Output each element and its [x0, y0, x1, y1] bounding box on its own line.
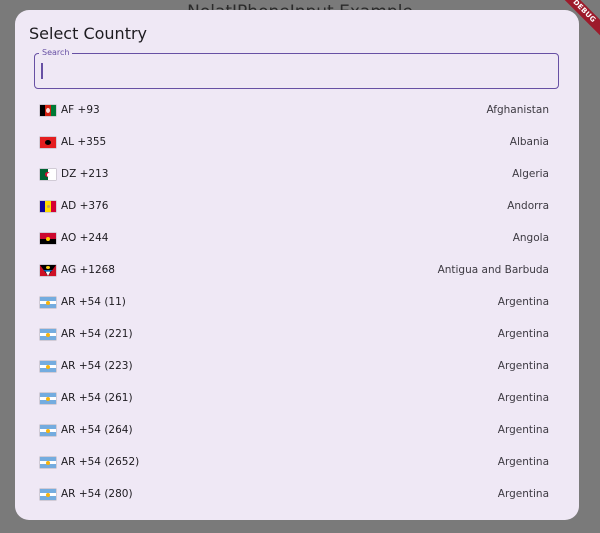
country-dial-code: AD +376	[61, 200, 109, 212]
country-row[interactable]: AO +244 Angola	[15, 223, 579, 255]
country-dial-code: DZ +213	[61, 168, 109, 180]
flag-ar-icon	[40, 489, 56, 500]
country-dial-code: AR +54 (223)	[61, 360, 133, 372]
country-dial-code: AR +54 (11)	[61, 296, 126, 308]
country-row[interactable]: AL +355 Albania	[15, 127, 579, 159]
country-picker-dialog: Select Country Search AF +93 Afghanistan A…	[15, 10, 579, 520]
country-row[interactable]: AR +54 (261) Argentina	[15, 383, 579, 415]
flag-al-icon	[40, 137, 56, 148]
country-name: Afghanistan	[486, 104, 549, 116]
country-name: Argentina	[497, 424, 549, 436]
country-name: Angola	[512, 232, 549, 244]
country-dial-code: AO +244	[61, 232, 109, 244]
flag-ar-icon	[40, 425, 56, 436]
country-row[interactable]: AR +54 (2652) Argentina	[15, 447, 579, 479]
country-name: Andorra	[507, 200, 549, 212]
country-row[interactable]: AR +54 (11) Argentina	[15, 287, 579, 319]
country-row[interactable]: AF +93 Afghanistan	[15, 95, 579, 127]
country-name: Argentina	[497, 488, 549, 500]
country-dial-code: AR +54 (221)	[61, 328, 133, 340]
country-name: Albania	[509, 136, 549, 148]
country-dial-code: AR +54 (261)	[61, 392, 133, 404]
country-name: Argentina	[497, 328, 549, 340]
country-dial-code: AR +54 (264)	[61, 424, 133, 436]
country-dial-code: AF +93	[61, 104, 100, 116]
country-dial-code: AL +355	[61, 136, 107, 148]
search-label: Search	[39, 48, 73, 57]
flag-af-icon	[40, 105, 56, 116]
country-row[interactable]: AD +376 Andorra	[15, 191, 579, 223]
country-row[interactable]: AR +54 (223) Argentina	[15, 351, 579, 383]
flag-ar-icon	[40, 393, 56, 404]
search-field[interactable]: Search	[34, 48, 559, 89]
flag-ar-icon	[40, 457, 56, 468]
country-name: Argentina	[497, 360, 549, 372]
flag-ad-icon	[40, 201, 56, 212]
country-row[interactable]: AR +54 (280) Argentina	[15, 479, 579, 511]
country-name: Algeria	[512, 168, 549, 180]
country-name: Argentina	[497, 456, 549, 468]
country-row[interactable]: AR +54 (264) Argentina	[15, 415, 579, 447]
country-dial-code: AR +54 (2652)	[61, 456, 140, 468]
flag-ag-icon	[40, 265, 56, 276]
flag-ar-icon	[40, 297, 56, 308]
flag-dz-icon	[40, 169, 56, 180]
search-input[interactable]	[40, 59, 545, 83]
country-name: Argentina	[497, 296, 549, 308]
country-list[interactable]: AF +93 Afghanistan AL +355 Albania DZ +213 Al…	[15, 95, 579, 520]
country-dial-code: AR +54 (280)	[61, 488, 133, 500]
text-caret	[41, 63, 43, 79]
dialog-title: Select Country	[29, 24, 148, 43]
country-name: Antigua and Barbuda	[437, 264, 549, 276]
country-row[interactable]: AR +54 (221) Argentina	[15, 319, 579, 351]
country-row[interactable]: DZ +213 Algeria	[15, 159, 579, 191]
country-dial-code: AG +1268	[61, 264, 115, 276]
country-name: Argentina	[497, 392, 549, 404]
flag-ar-icon	[40, 329, 56, 340]
flag-ao-icon	[40, 233, 56, 244]
country-row[interactable]: AG +1268 Antigua and Barbuda	[15, 255, 579, 287]
flag-ar-icon	[40, 361, 56, 372]
